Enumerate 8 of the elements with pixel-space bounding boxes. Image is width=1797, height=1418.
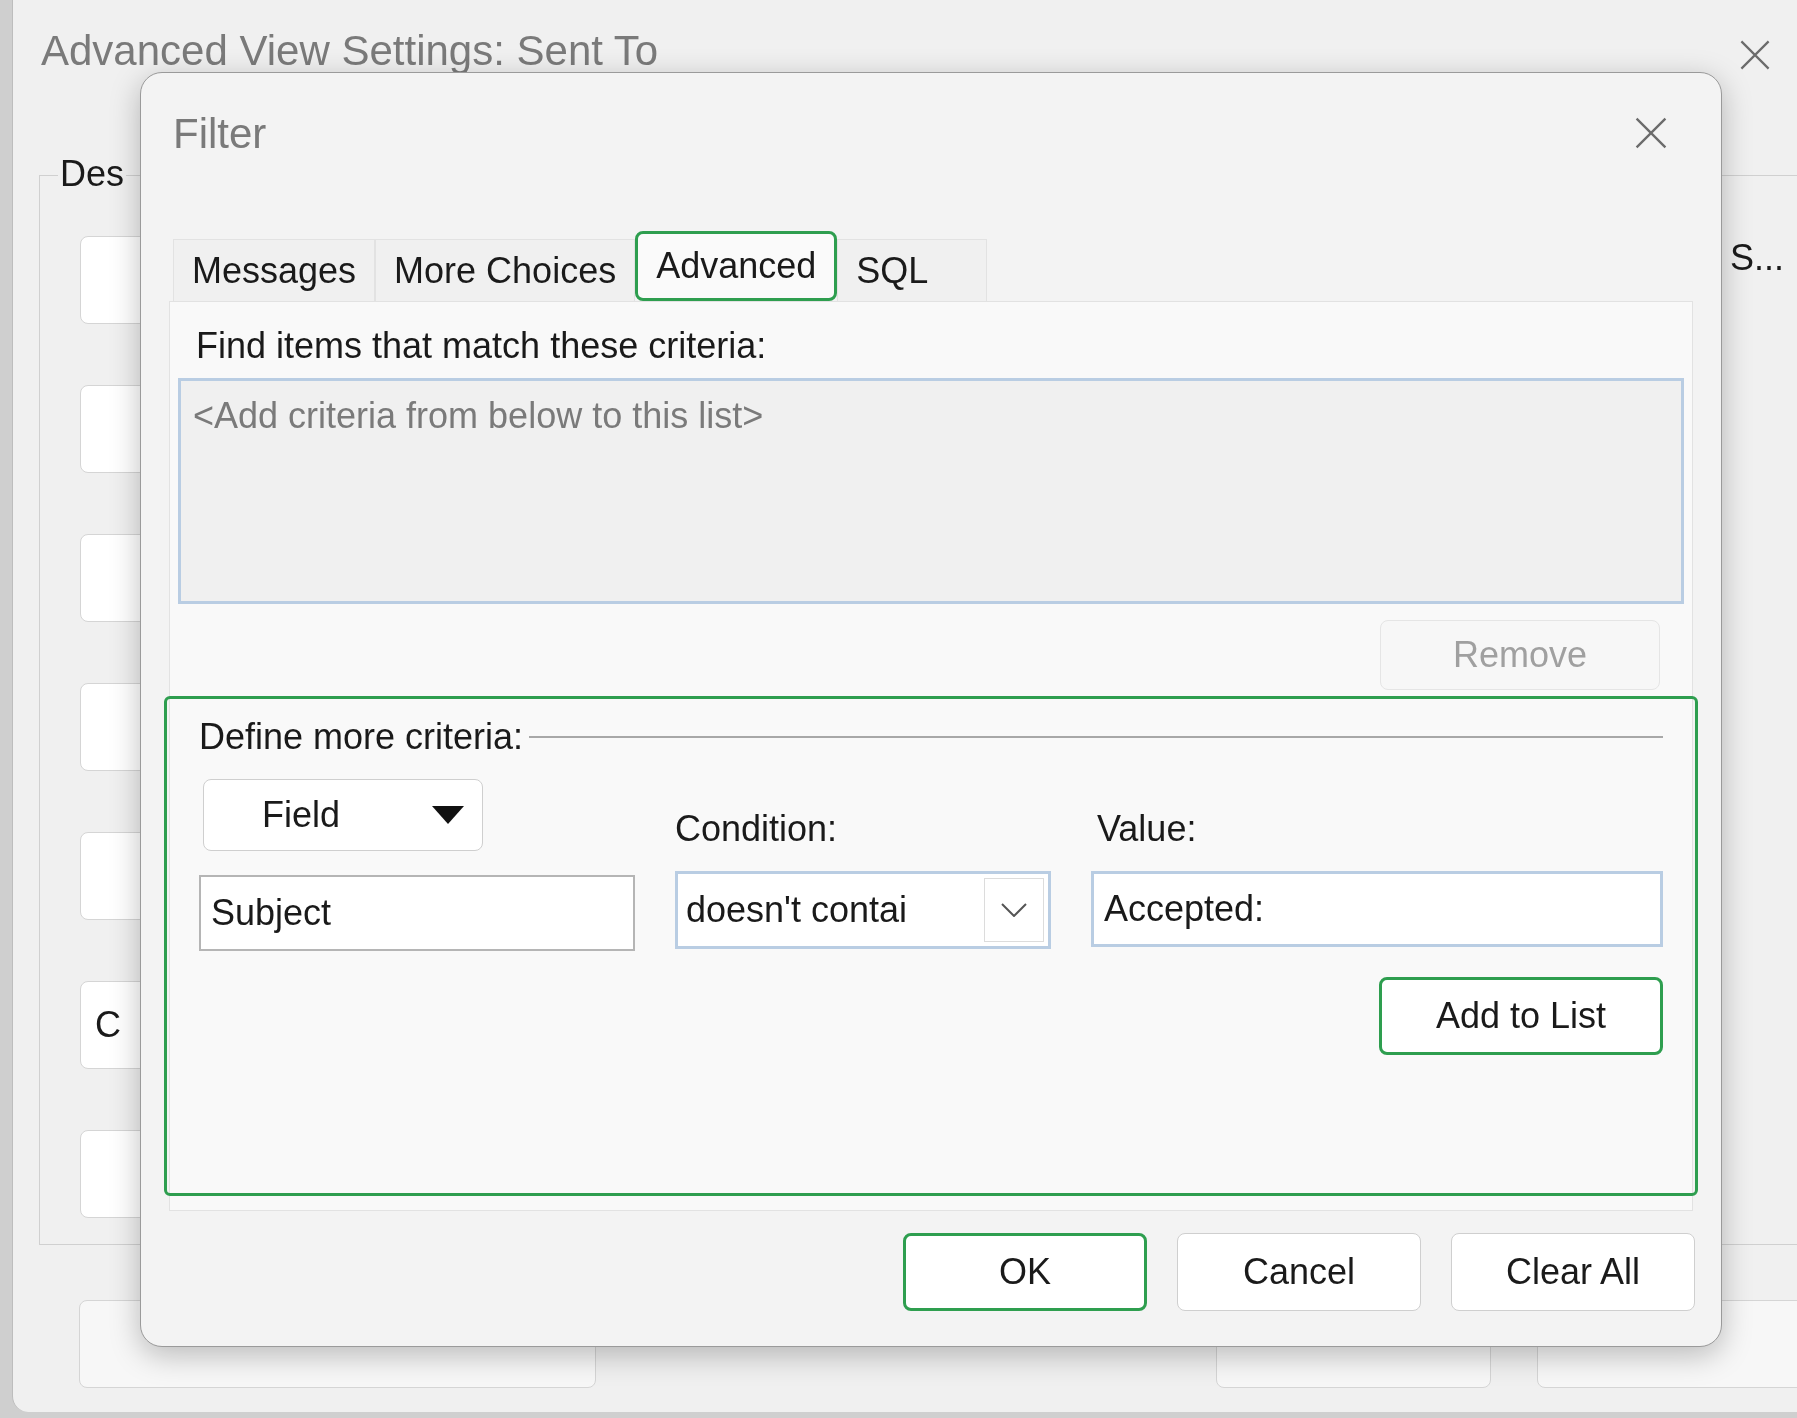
dialog-title: Filter (173, 108, 267, 159)
criteria-placeholder: <Add criteria from below to this list> (193, 395, 764, 436)
condition-label: Condition: (675, 807, 839, 851)
criteria-label: Find items that match these criteria: (196, 324, 768, 368)
define-label: Define more criteria: (199, 715, 524, 759)
side-label: S... (1730, 236, 1785, 280)
window-title: Advanced View Settings: Sent To (41, 26, 659, 76)
value-label: Value: (1097, 807, 1198, 851)
